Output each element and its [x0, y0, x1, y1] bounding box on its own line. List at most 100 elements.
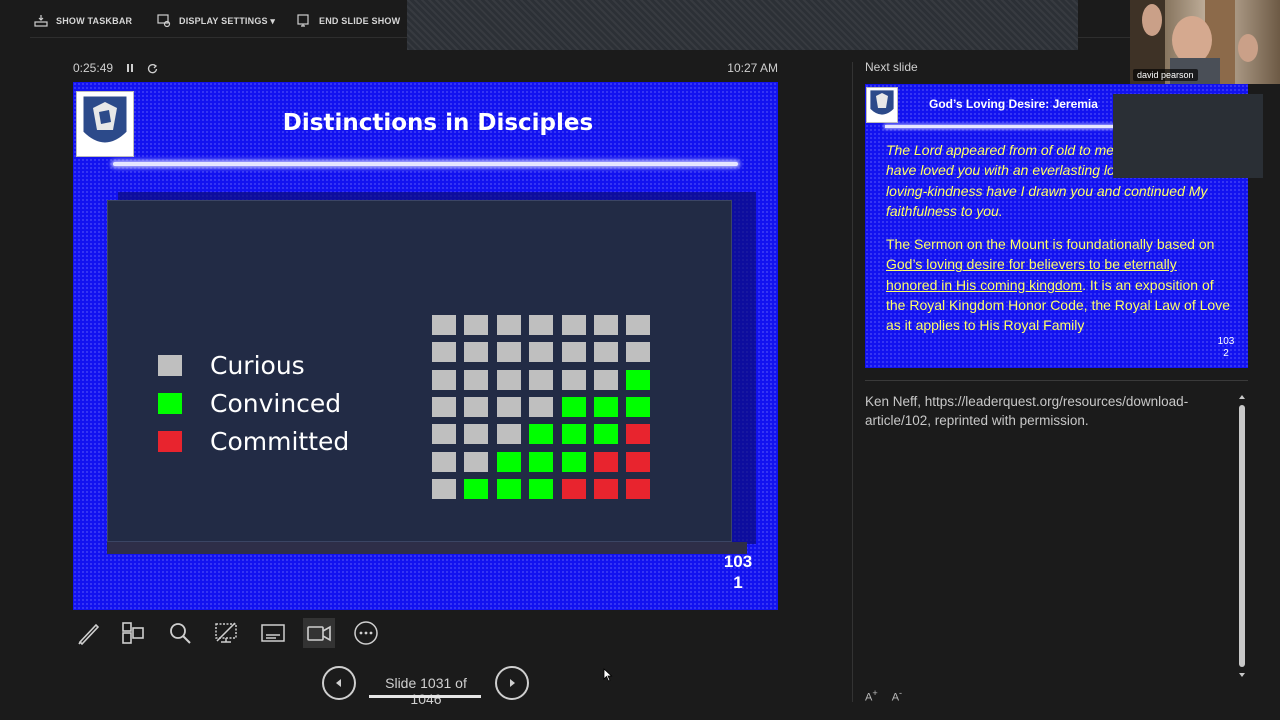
- curious-square: [529, 315, 554, 335]
- slide-progress-bar: [369, 695, 481, 698]
- show-taskbar-label: SHOW TASKBAR: [56, 16, 133, 26]
- convinced-square: [529, 478, 554, 499]
- participant-name: david pearson: [1133, 69, 1198, 81]
- curious-square: [594, 315, 618, 335]
- committed-square: [626, 478, 651, 499]
- zoom-button[interactable]: [164, 618, 196, 648]
- curious-square: [561, 315, 586, 335]
- curious-square: [432, 396, 456, 417]
- convinced-square: [496, 451, 521, 472]
- curious-square: [432, 424, 456, 445]
- curious-square: [529, 369, 554, 390]
- curious-square: [496, 424, 521, 445]
- previous-slide-button[interactable]: [322, 666, 356, 700]
- subtitles-icon: [261, 624, 285, 642]
- pen-icon: [78, 623, 100, 646]
- scroll-down-icon[interactable]: [1237, 671, 1247, 679]
- notes-font-controls: A+ A-: [865, 688, 902, 704]
- convinced-square: [561, 424, 586, 445]
- current-time: 10:27 AM: [727, 61, 778, 75]
- black-screen-button[interactable]: [210, 618, 242, 648]
- restart-icon[interactable]: [147, 63, 158, 74]
- legend-label: Curious: [210, 351, 305, 380]
- next-slide-button[interactable]: [495, 666, 529, 700]
- show-taskbar-button[interactable]: SHOW TASKBAR: [34, 13, 132, 29]
- more-options-button[interactable]: [350, 618, 382, 648]
- pause-icon[interactable]: [125, 63, 135, 73]
- convinced-square: [626, 369, 651, 390]
- convinced-square: [529, 451, 554, 472]
- committed-square: [626, 424, 651, 445]
- legend-label: Convinced: [210, 389, 342, 418]
- speaker-notes[interactable]: Ken Neff, https://leaderquest.org/resour…: [865, 393, 1230, 430]
- notes-divider[interactable]: [865, 380, 1248, 381]
- convinced-square: [529, 424, 554, 445]
- curious-square: [496, 369, 521, 390]
- curious-square: [626, 342, 651, 363]
- curious-square: [464, 369, 489, 390]
- convinced-square: [464, 478, 489, 499]
- slide-number: 103 1: [713, 551, 763, 593]
- slideshow-timer: 0:25:49: [73, 61, 158, 75]
- slide-number-line2: 1: [733, 573, 743, 592]
- legend-item-curious: Curious: [158, 351, 305, 380]
- end-slide-show-button[interactable]: END SLIDE SHOW: [297, 13, 400, 29]
- legend-item-committed: Committed: [158, 427, 349, 456]
- lion-shield-logo-small: [866, 87, 898, 123]
- curious-square: [496, 396, 521, 417]
- grid-slides-icon: [122, 622, 144, 644]
- curious-square: [496, 315, 521, 335]
- committed-square: [594, 478, 618, 499]
- slide-counter[interactable]: Slide 1031 of 1046: [368, 675, 484, 707]
- next-slide-label: Next slide: [865, 60, 918, 74]
- more-icon: [354, 621, 378, 645]
- webcam-video: david pearson: [1130, 0, 1280, 84]
- curious-square: [464, 342, 489, 363]
- camera-button[interactable]: [303, 618, 335, 648]
- legend-label: Committed: [210, 427, 350, 456]
- convinced-square: [561, 396, 586, 417]
- meeting-video-tile: [1113, 94, 1263, 178]
- curious-square: [432, 315, 456, 335]
- decrease-font-label: A: [891, 691, 900, 704]
- pen-tool-button[interactable]: [73, 618, 105, 648]
- convinced-square: [626, 396, 651, 417]
- triangle-right-icon: [510, 679, 515, 687]
- next-slide-body: The Sermon on the Mount is foundationall…: [886, 234, 1231, 335]
- display-settings-label: DISPLAY SETTINGS ▾: [179, 15, 276, 26]
- curious-square: [594, 342, 618, 363]
- decrease-font-button[interactable]: A-: [892, 688, 902, 704]
- panel-base: [107, 542, 747, 554]
- scroll-thumb[interactable]: [1239, 405, 1245, 667]
- convinced-square: [594, 424, 618, 445]
- curious-square: [464, 424, 489, 445]
- disciples-graphic-panel: Curious Convinced Committed: [107, 200, 732, 542]
- disciples-square-grid: [432, 315, 662, 505]
- legend-swatch: [158, 431, 182, 452]
- scroll-up-icon[interactable]: [1237, 393, 1247, 401]
- curious-square: [496, 342, 521, 363]
- committed-square: [594, 451, 618, 472]
- increase-font-button[interactable]: A+: [865, 688, 878, 704]
- committed-square: [626, 451, 651, 472]
- slide-number-line1: 103: [723, 552, 753, 571]
- curious-square: [529, 396, 554, 417]
- title-underline: [113, 162, 738, 166]
- end-show-icon: [297, 14, 309, 27]
- triangle-left-icon: [336, 679, 341, 687]
- see-all-slides-button[interactable]: [117, 618, 149, 648]
- curious-square: [561, 369, 586, 390]
- display-settings-button[interactable]: DISPLAY SETTINGS ▾: [157, 13, 275, 29]
- curious-square: [432, 451, 456, 472]
- subtitles-button[interactable]: [257, 618, 289, 648]
- display-settings-icon: [157, 14, 171, 28]
- legend-swatch: [158, 393, 182, 414]
- minus-icon: -: [899, 688, 903, 698]
- curious-square: [626, 315, 651, 335]
- notes-scrollbar[interactable]: [1237, 393, 1247, 679]
- curious-square: [432, 342, 456, 363]
- pane-divider[interactable]: [852, 62, 853, 702]
- committed-square: [561, 478, 586, 499]
- curious-square: [432, 478, 456, 499]
- convinced-square: [561, 451, 586, 472]
